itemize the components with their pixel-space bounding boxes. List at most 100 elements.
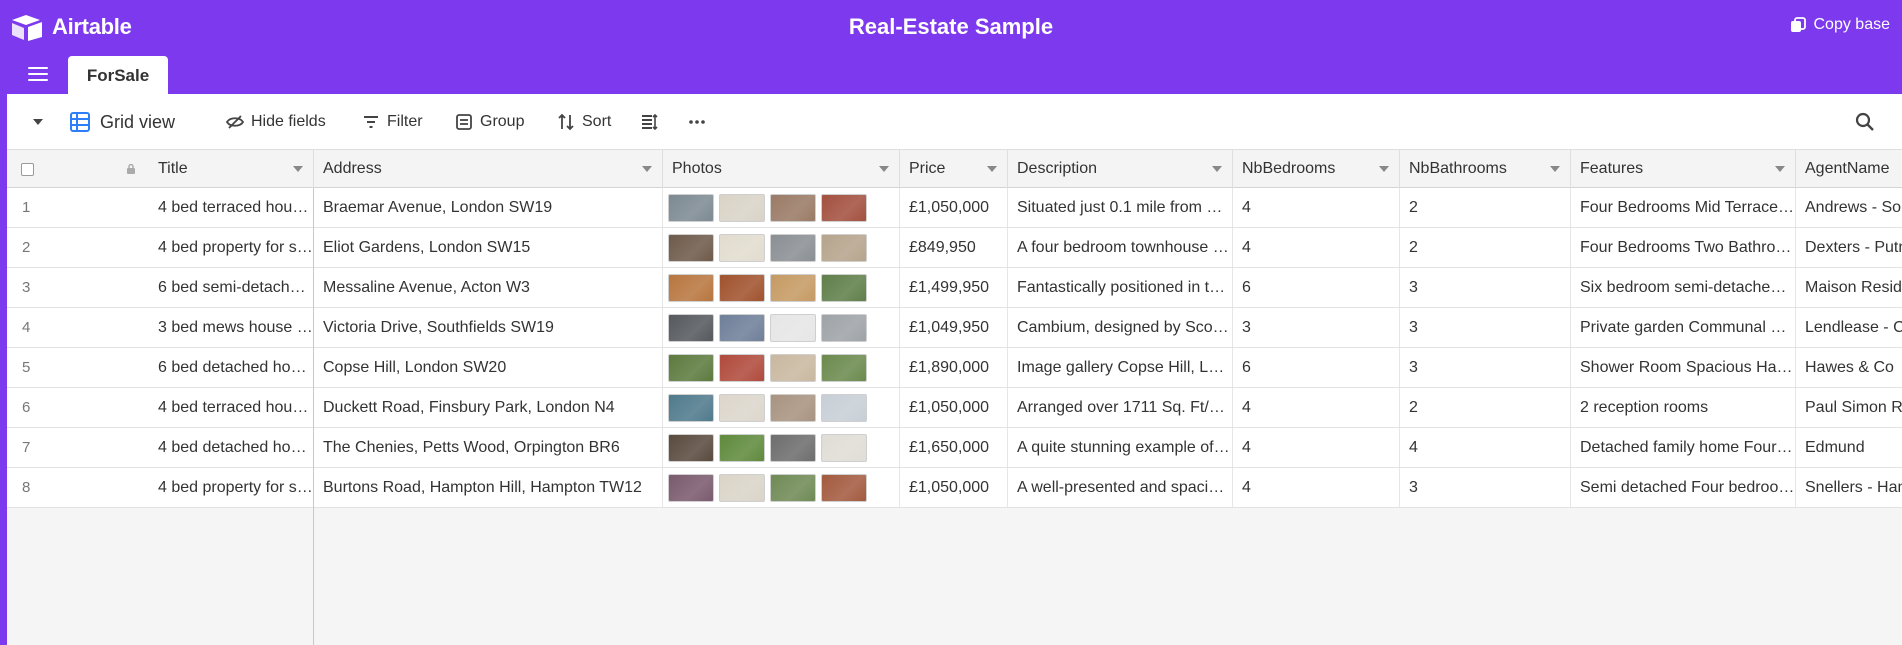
cell-agent[interactable]: Hawes & Co <box>1796 348 1902 387</box>
column-menu-caret-icon[interactable] <box>293 166 303 172</box>
cell-bedrooms[interactable]: 4 <box>1233 228 1400 267</box>
cell-title[interactable]: 4 bed property for sale <box>67 468 314 507</box>
search-button[interactable] <box>1855 94 1875 150</box>
column-menu-caret-icon[interactable] <box>1550 166 1560 172</box>
cell-bedrooms[interactable]: 4 <box>1233 188 1400 227</box>
cell-price[interactable]: £1,650,000 <box>900 428 1008 467</box>
cell-photos[interactable] <box>663 468 900 507</box>
cell-features[interactable]: Four Bedrooms Two Bathrooms <box>1571 228 1796 267</box>
cell-title[interactable]: 3 bed mews house for sale <box>67 308 314 347</box>
cell-address[interactable]: Victoria Drive, Southfields SW19 <box>314 308 663 347</box>
cell-bedrooms[interactable]: 4 <box>1233 468 1400 507</box>
cell-agent[interactable]: Edmund <box>1796 428 1902 467</box>
photo-thumbnail[interactable] <box>770 273 816 302</box>
cell-bathrooms[interactable]: 2 <box>1400 228 1571 267</box>
row-height-button[interactable] <box>641 94 659 150</box>
photo-thumbnail[interactable] <box>770 473 816 502</box>
table-row[interactable]: 7 4 bed detached house for sale The Chenie… <box>7 428 1902 468</box>
cell-title[interactable]: 6 bed semi-detached house for sale <box>67 268 314 307</box>
cell-title[interactable]: 4 bed detached house for sale <box>67 428 314 467</box>
cell-description[interactable]: Situated just 0.1 mile from Wimbledon Pa… <box>1008 188 1233 227</box>
cell-agent[interactable]: Andrews - Southfields <box>1796 188 1902 227</box>
cell-bathrooms[interactable]: 3 <box>1400 308 1571 347</box>
cell-title[interactable]: 4 bed property for sale <box>67 228 314 267</box>
cell-bathrooms[interactable]: 4 <box>1400 428 1571 467</box>
cell-description[interactable]: Arranged over 1711 Sq. Ft/159 Sq. M <box>1008 388 1233 427</box>
copy-base-button[interactable]: Copy base <box>1790 16 1890 34</box>
column-header-bathrooms[interactable]: NbBathrooms <box>1400 150 1571 188</box>
cell-price[interactable]: £1,499,950 <box>900 268 1008 307</box>
cell-bedrooms[interactable]: 3 <box>1233 308 1400 347</box>
cell-address[interactable]: Messaline Avenue, Acton W3 <box>314 268 663 307</box>
photo-thumbnail[interactable] <box>719 353 765 382</box>
cell-bedrooms[interactable]: 4 <box>1233 428 1400 467</box>
column-header-bedrooms[interactable]: NbBedrooms <box>1233 150 1400 188</box>
cell-price[interactable]: £1,050,000 <box>900 468 1008 507</box>
column-header-description[interactable]: Description <box>1008 150 1233 188</box>
column-header-title[interactable]: Title <box>67 150 314 188</box>
photo-thumbnail[interactable] <box>668 433 714 462</box>
cell-features[interactable]: Shower Room Spacious Hallway <box>1571 348 1796 387</box>
column-menu-caret-icon[interactable] <box>1775 166 1785 172</box>
cell-agent[interactable]: Paul Simon Residential <box>1796 388 1902 427</box>
hide-fields-button[interactable]: Hide fields <box>226 94 326 150</box>
cell-bathrooms[interactable]: 3 <box>1400 268 1571 307</box>
views-sidebar-toggle[interactable] <box>31 94 45 150</box>
cell-address[interactable]: Copse Hill, London SW20 <box>314 348 663 387</box>
cell-features[interactable]: 2 reception rooms <box>1571 388 1796 427</box>
cell-agent[interactable]: Maison Residential <box>1796 268 1902 307</box>
filter-button[interactable]: Filter <box>362 94 423 150</box>
photo-thumbnail[interactable] <box>719 433 765 462</box>
photo-thumbnail[interactable] <box>821 353 867 382</box>
photo-thumbnail[interactable] <box>821 273 867 302</box>
tab-forsale[interactable]: ForSale <box>68 56 168 94</box>
column-header-agentname[interactable]: AgentName <box>1796 150 1902 188</box>
cell-price[interactable]: £1,049,950 <box>900 308 1008 347</box>
cell-bathrooms[interactable]: 2 <box>1400 188 1571 227</box>
table-row[interactable]: 2 4 bed property for sale Eliot Gardens, L… <box>7 228 1902 268</box>
airtable-logo[interactable]: Airtable <box>11 13 132 41</box>
column-menu-caret-icon[interactable] <box>879 166 889 172</box>
photo-thumbnail[interactable] <box>770 313 816 342</box>
cell-photos[interactable] <box>663 348 900 387</box>
cell-address[interactable]: Braemar Avenue, London SW19 <box>314 188 663 227</box>
column-header-address[interactable]: Address <box>314 150 663 188</box>
photo-thumbnail[interactable] <box>770 193 816 222</box>
photo-thumbnail[interactable] <box>821 473 867 502</box>
cell-address[interactable]: The Chenies, Petts Wood, Orpington BR6 <box>314 428 663 467</box>
photo-thumbnail[interactable] <box>821 193 867 222</box>
photo-thumbnail[interactable] <box>719 393 765 422</box>
cell-photos[interactable] <box>663 428 900 467</box>
photo-thumbnail[interactable] <box>668 313 714 342</box>
cell-title[interactable]: 4 bed terraced house for sale <box>67 388 314 427</box>
cell-features[interactable]: Private garden Communal garden <box>1571 308 1796 347</box>
cell-bathrooms[interactable]: 3 <box>1400 468 1571 507</box>
cell-features[interactable]: Six bedroom semi-detached house <box>1571 268 1796 307</box>
cell-title[interactable]: 6 bed detached house for sale <box>67 348 314 387</box>
table-row[interactable]: 3 6 bed semi-detached house for sale Messa… <box>7 268 1902 308</box>
menu-hamburger-icon[interactable] <box>28 67 48 83</box>
column-menu-caret-icon[interactable] <box>1212 166 1222 172</box>
photo-thumbnail[interactable] <box>719 193 765 222</box>
photo-thumbnail[interactable] <box>719 313 765 342</box>
table-row[interactable]: 6 4 bed terraced house for sale Duckett Ro… <box>7 388 1902 428</box>
photo-thumbnail[interactable] <box>668 273 714 302</box>
cell-description[interactable]: Fantastically positioned in the heart <box>1008 268 1233 307</box>
photo-thumbnail[interactable] <box>821 313 867 342</box>
photo-thumbnail[interactable] <box>668 353 714 382</box>
table-row[interactable]: 5 6 bed detached house for sale Copse Hill… <box>7 348 1902 388</box>
cell-features[interactable]: Semi detached Four bedrooms <box>1571 468 1796 507</box>
cell-description[interactable]: Image gallery Copse Hill, London SW20 <box>1008 348 1233 387</box>
table-row[interactable]: 8 4 bed property for sale Burtons Road, Ha… <box>7 468 1902 508</box>
cell-agent[interactable]: Snellers - Hampton <box>1796 468 1902 507</box>
column-header-photos[interactable]: Photos <box>663 150 900 188</box>
cell-description[interactable]: A quite stunning example of a detached <box>1008 428 1233 467</box>
cell-address[interactable]: Duckett Road, Finsbury Park, London N4 <box>314 388 663 427</box>
column-header-features[interactable]: Features <box>1571 150 1796 188</box>
photo-thumbnail[interactable] <box>668 473 714 502</box>
cell-bathrooms[interactable]: 3 <box>1400 348 1571 387</box>
cell-price[interactable]: £849,950 <box>900 228 1008 267</box>
cell-description[interactable]: A four bedroom townhouse in a quiet <box>1008 228 1233 267</box>
cell-bedrooms[interactable]: 6 <box>1233 348 1400 387</box>
cell-features[interactable]: Four Bedrooms Mid Terrace House <box>1571 188 1796 227</box>
